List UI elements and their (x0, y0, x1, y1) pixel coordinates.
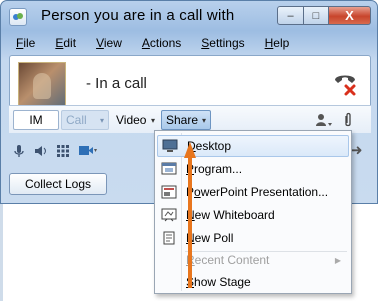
share-dropdown-icon[interactable]: ▾ (202, 116, 206, 125)
menu-edit-label: dit (63, 36, 77, 50)
program-icon (157, 159, 181, 179)
collect-logs-button[interactable]: Collect Logs (9, 173, 107, 195)
collect-logs-label: Collect Logs (24, 177, 92, 191)
add-participant-icon[interactable] (315, 110, 335, 130)
im-button[interactable]: IM (13, 110, 59, 130)
call-button-label: Call (66, 113, 87, 127)
video-button-label: Video (116, 113, 147, 127)
app-logo-icon (13, 13, 23, 20)
poll-icon (157, 228, 181, 248)
new-poll-label-rest: ew Poll (194, 231, 234, 245)
recent-content-label-rest: ecent Content (194, 253, 270, 267)
submenu-arrow-icon: ▶ (334, 255, 341, 265)
video-button[interactable]: Video ▾ (111, 110, 159, 130)
desktop-label-rest: esktop (195, 139, 232, 153)
maximize-button[interactable]: □ (304, 6, 329, 25)
menu-view-label: iew (103, 36, 122, 50)
new-whiteboard-label-rest: ew Whiteboard (194, 208, 275, 222)
window-frame-edge (0, 204, 3, 301)
powerpoint-label-rest: werPoint Presentation... (200, 185, 329, 199)
menu-item-recent-content-label: Recent Content (186, 253, 269, 267)
show-stage-label-rest: how Stage (194, 275, 251, 289)
people-icon (316, 114, 332, 126)
show-stage-icon-slot (157, 272, 181, 292)
whiteboard-icon (157, 205, 181, 225)
program-label-rest: rogram... (194, 162, 243, 176)
menu-settings-label: ettings (209, 36, 245, 50)
menu-edit[interactable]: Edit (45, 36, 86, 50)
conversation-toolbar: IM Call ▾ Video ▾ Share ▾ (9, 105, 371, 133)
minimize-button[interactable]: – (277, 6, 304, 25)
menu-item-powerpoint-label: PowerPoint Presentation... (186, 185, 328, 199)
im-button-label: IM (29, 113, 43, 127)
video-preview-icon[interactable] (78, 144, 98, 158)
call-status: - In a call (86, 75, 147, 92)
menu-actions[interactable]: Actions (132, 36, 191, 50)
video-dropdown-icon[interactable]: ▾ (151, 116, 155, 125)
dialpad-icon[interactable] (57, 145, 69, 157)
paperclip-icon (345, 112, 351, 127)
avatar[interactable] (18, 62, 66, 110)
call-dropdown-icon[interactable]: ▾ (100, 116, 104, 125)
speaker-icon[interactable] (34, 144, 48, 158)
menu-file-label: ile (23, 36, 36, 50)
menu-view[interactable]: View (86, 36, 132, 50)
menu-help[interactable]: Help (255, 36, 300, 50)
menu-bar: File Edit View Actions Settings Help (9, 33, 371, 53)
close-button[interactable]: X (329, 6, 371, 25)
window-title: Person you are in a call with (41, 7, 235, 24)
powerpoint-icon (157, 182, 181, 202)
menu-item-new-whiteboard-label: New Whiteboard (186, 208, 275, 222)
attach-icon[interactable] (343, 110, 357, 130)
microphone-icon[interactable] (13, 144, 25, 158)
menu-actions-label: ctions (149, 36, 182, 50)
menu-actions-accelerator: A (141, 36, 150, 50)
title-bar[interactable]: Person you are in a call with – □ X (1, 1, 377, 33)
menu-view-accelerator: V (96, 36, 104, 50)
desktop-icon (158, 136, 182, 156)
share-button[interactable]: Share ▾ (161, 110, 211, 130)
app-icon[interactable] (9, 8, 27, 26)
menu-help-label: elp (273, 36, 290, 50)
call-button[interactable]: Call ▾ (61, 110, 109, 130)
hang-up-icon[interactable] (332, 68, 358, 98)
share-button-label: Share (166, 113, 199, 127)
menu-file[interactable]: File (9, 36, 45, 50)
menu-settings[interactable]: Settings (191, 36, 254, 50)
window-controls: – □ X (277, 6, 371, 25)
menu-help-accelerator: H (264, 36, 274, 50)
orange-annotation-arrow-icon (184, 142, 196, 288)
recent-content-icon-slot (157, 250, 181, 270)
